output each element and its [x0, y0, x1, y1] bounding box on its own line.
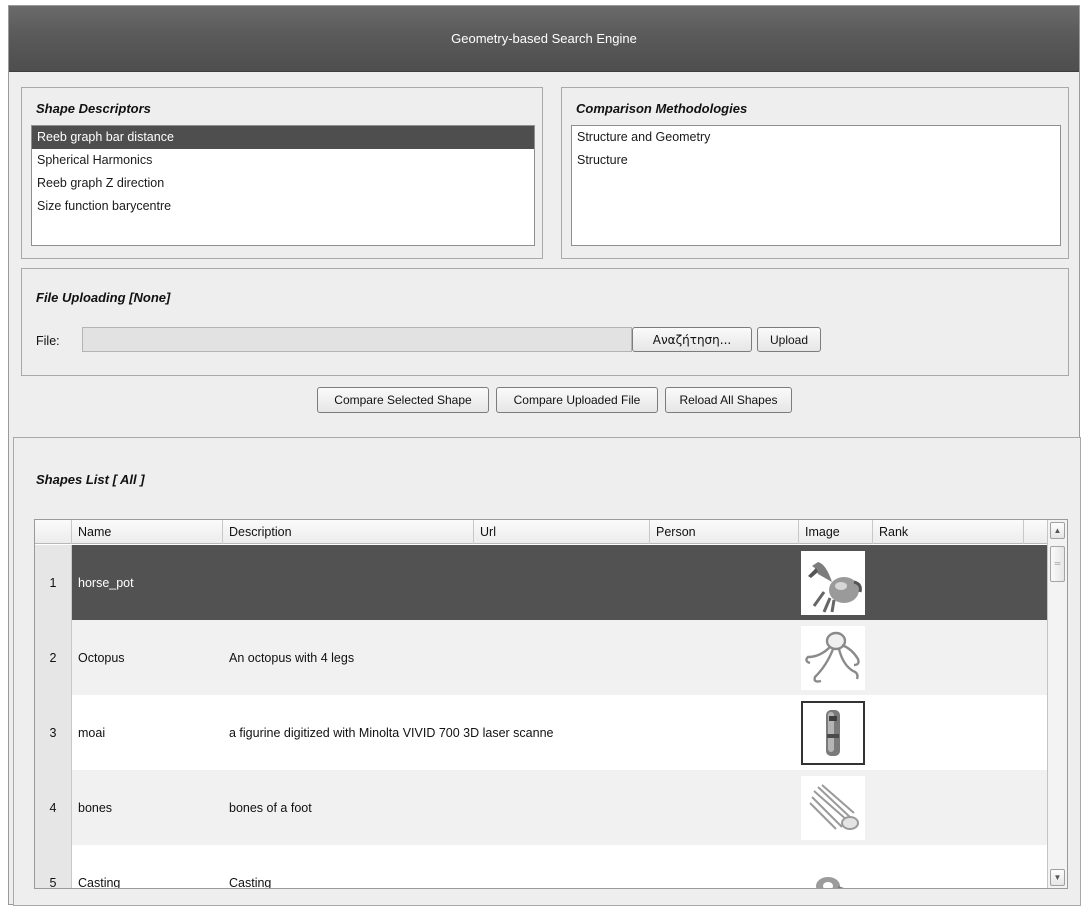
- methodology-item-structure-geometry[interactable]: Structure and Geometry: [572, 126, 1060, 149]
- shape-descriptors-title: Shape Descriptors: [36, 101, 151, 116]
- table-row[interactable]: 4 bones bones of a foot: [35, 770, 1047, 845]
- cell-name: bones: [78, 800, 113, 815]
- casting-thumbnail: [801, 851, 865, 888]
- cell-description: [223, 545, 663, 620]
- cell-description: Casting: [229, 875, 272, 889]
- row-number: 5: [35, 845, 72, 888]
- shape-descriptors-panel: Shape Descriptors Reeb graph bar distanc…: [21, 87, 543, 259]
- table-vertical-scrollbar[interactable]: ▲ ═ ▼: [1047, 520, 1067, 888]
- comparison-methodologies-panel: Comparison Methodologies Structure and G…: [561, 87, 1069, 259]
- shapes-table: Name Description Url Person Image Rank 1…: [34, 519, 1068, 889]
- row-number: 1: [35, 545, 72, 620]
- comparison-methodologies-title: Comparison Methodologies: [576, 101, 748, 116]
- scroll-up-arrow-icon[interactable]: ▲: [1050, 522, 1065, 539]
- compare-uploaded-file-button[interactable]: Compare Uploaded File: [496, 387, 658, 413]
- cell-description: a figurine digitized with Minolta VIVID …: [229, 725, 554, 740]
- table-row[interactable]: 3 moai a figurine digitized with Minolta…: [35, 695, 1047, 770]
- comparison-methodologies-list[interactable]: Structure and Geometry Structure: [571, 125, 1061, 246]
- descriptor-item-size-function[interactable]: Size function barycentre: [32, 195, 534, 218]
- row-number: 3: [35, 695, 72, 770]
- cell-rank: [873, 770, 1024, 845]
- shapes-list-title: Shapes List [ All ]: [36, 472, 145, 487]
- cell-rank: [873, 695, 1024, 770]
- moai-thumbnail: [801, 701, 865, 765]
- descriptor-item-spherical-harmonics[interactable]: Spherical Harmonics: [32, 149, 534, 172]
- descriptor-item-reeb-z[interactable]: Reeb graph Z direction: [32, 172, 534, 195]
- app-title: Geometry-based Search Engine: [451, 31, 637, 46]
- app-title-bar: Geometry-based Search Engine: [9, 6, 1079, 72]
- column-header-description[interactable]: Description: [223, 520, 474, 544]
- horse-teapot-thumbnail: [801, 551, 865, 615]
- cell-description: An octopus with 4 legs: [229, 650, 355, 665]
- cell-name: moai: [78, 725, 106, 740]
- cell-name: Octopus: [78, 650, 125, 665]
- table-row[interactable]: 5 Casting Casting: [35, 845, 1047, 889]
- column-header-url[interactable]: Url: [474, 520, 650, 544]
- file-uploading-panel: File Uploading [None] File: Αναζήτηση...…: [21, 268, 1069, 376]
- descriptor-item-reeb-bar[interactable]: Reeb graph bar distance: [32, 126, 534, 149]
- file-path-input[interactable]: [82, 327, 632, 352]
- octopus-thumbnail: [801, 626, 865, 690]
- row-number: 2: [35, 620, 72, 695]
- scroll-thumb[interactable]: ═: [1050, 546, 1065, 582]
- reload-all-shapes-button[interactable]: Reload All Shapes: [665, 387, 792, 413]
- compare-selected-shape-button[interactable]: Compare Selected Shape: [317, 387, 489, 413]
- column-header-image[interactable]: Image: [799, 520, 873, 544]
- app-window: Geometry-based Search Engine Shape Descr…: [8, 5, 1081, 906]
- foot-bones-thumbnail: [801, 776, 865, 840]
- cell-rank: [873, 620, 1024, 695]
- cell-rank: [873, 545, 1024, 620]
- table-row[interactable]: 1 horse_pot: [35, 545, 1047, 620]
- file-uploading-title: File Uploading [None]: [36, 290, 171, 305]
- cell-rank: [873, 845, 1024, 888]
- shape-descriptors-list[interactable]: Reeb graph bar distance Spherical Harmon…: [31, 125, 535, 246]
- shapes-table-header: Name Description Url Person Image Rank: [35, 520, 1047, 544]
- upload-button[interactable]: Upload: [757, 327, 821, 352]
- column-header-name[interactable]: Name: [72, 520, 223, 544]
- cell-description: bones of a foot: [229, 800, 312, 815]
- methodology-item-structure[interactable]: Structure: [572, 149, 1060, 172]
- column-header-rank[interactable]: Rank: [873, 520, 1024, 544]
- browse-button[interactable]: Αναζήτηση...: [632, 327, 752, 352]
- scroll-down-arrow-icon[interactable]: ▼: [1050, 869, 1065, 886]
- shapes-list-panel: Shapes List [ All ] Name Description Url…: [13, 437, 1081, 906]
- file-label: File:: [36, 334, 60, 348]
- row-number: 4: [35, 770, 72, 845]
- column-header-person[interactable]: Person: [650, 520, 799, 544]
- cell-name: horse_pot: [78, 575, 134, 590]
- header-rownum: [35, 520, 72, 544]
- cell-name: Casting: [78, 875, 121, 889]
- table-row[interactable]: 2 Octopus An octopus with 4 legs: [35, 620, 1047, 695]
